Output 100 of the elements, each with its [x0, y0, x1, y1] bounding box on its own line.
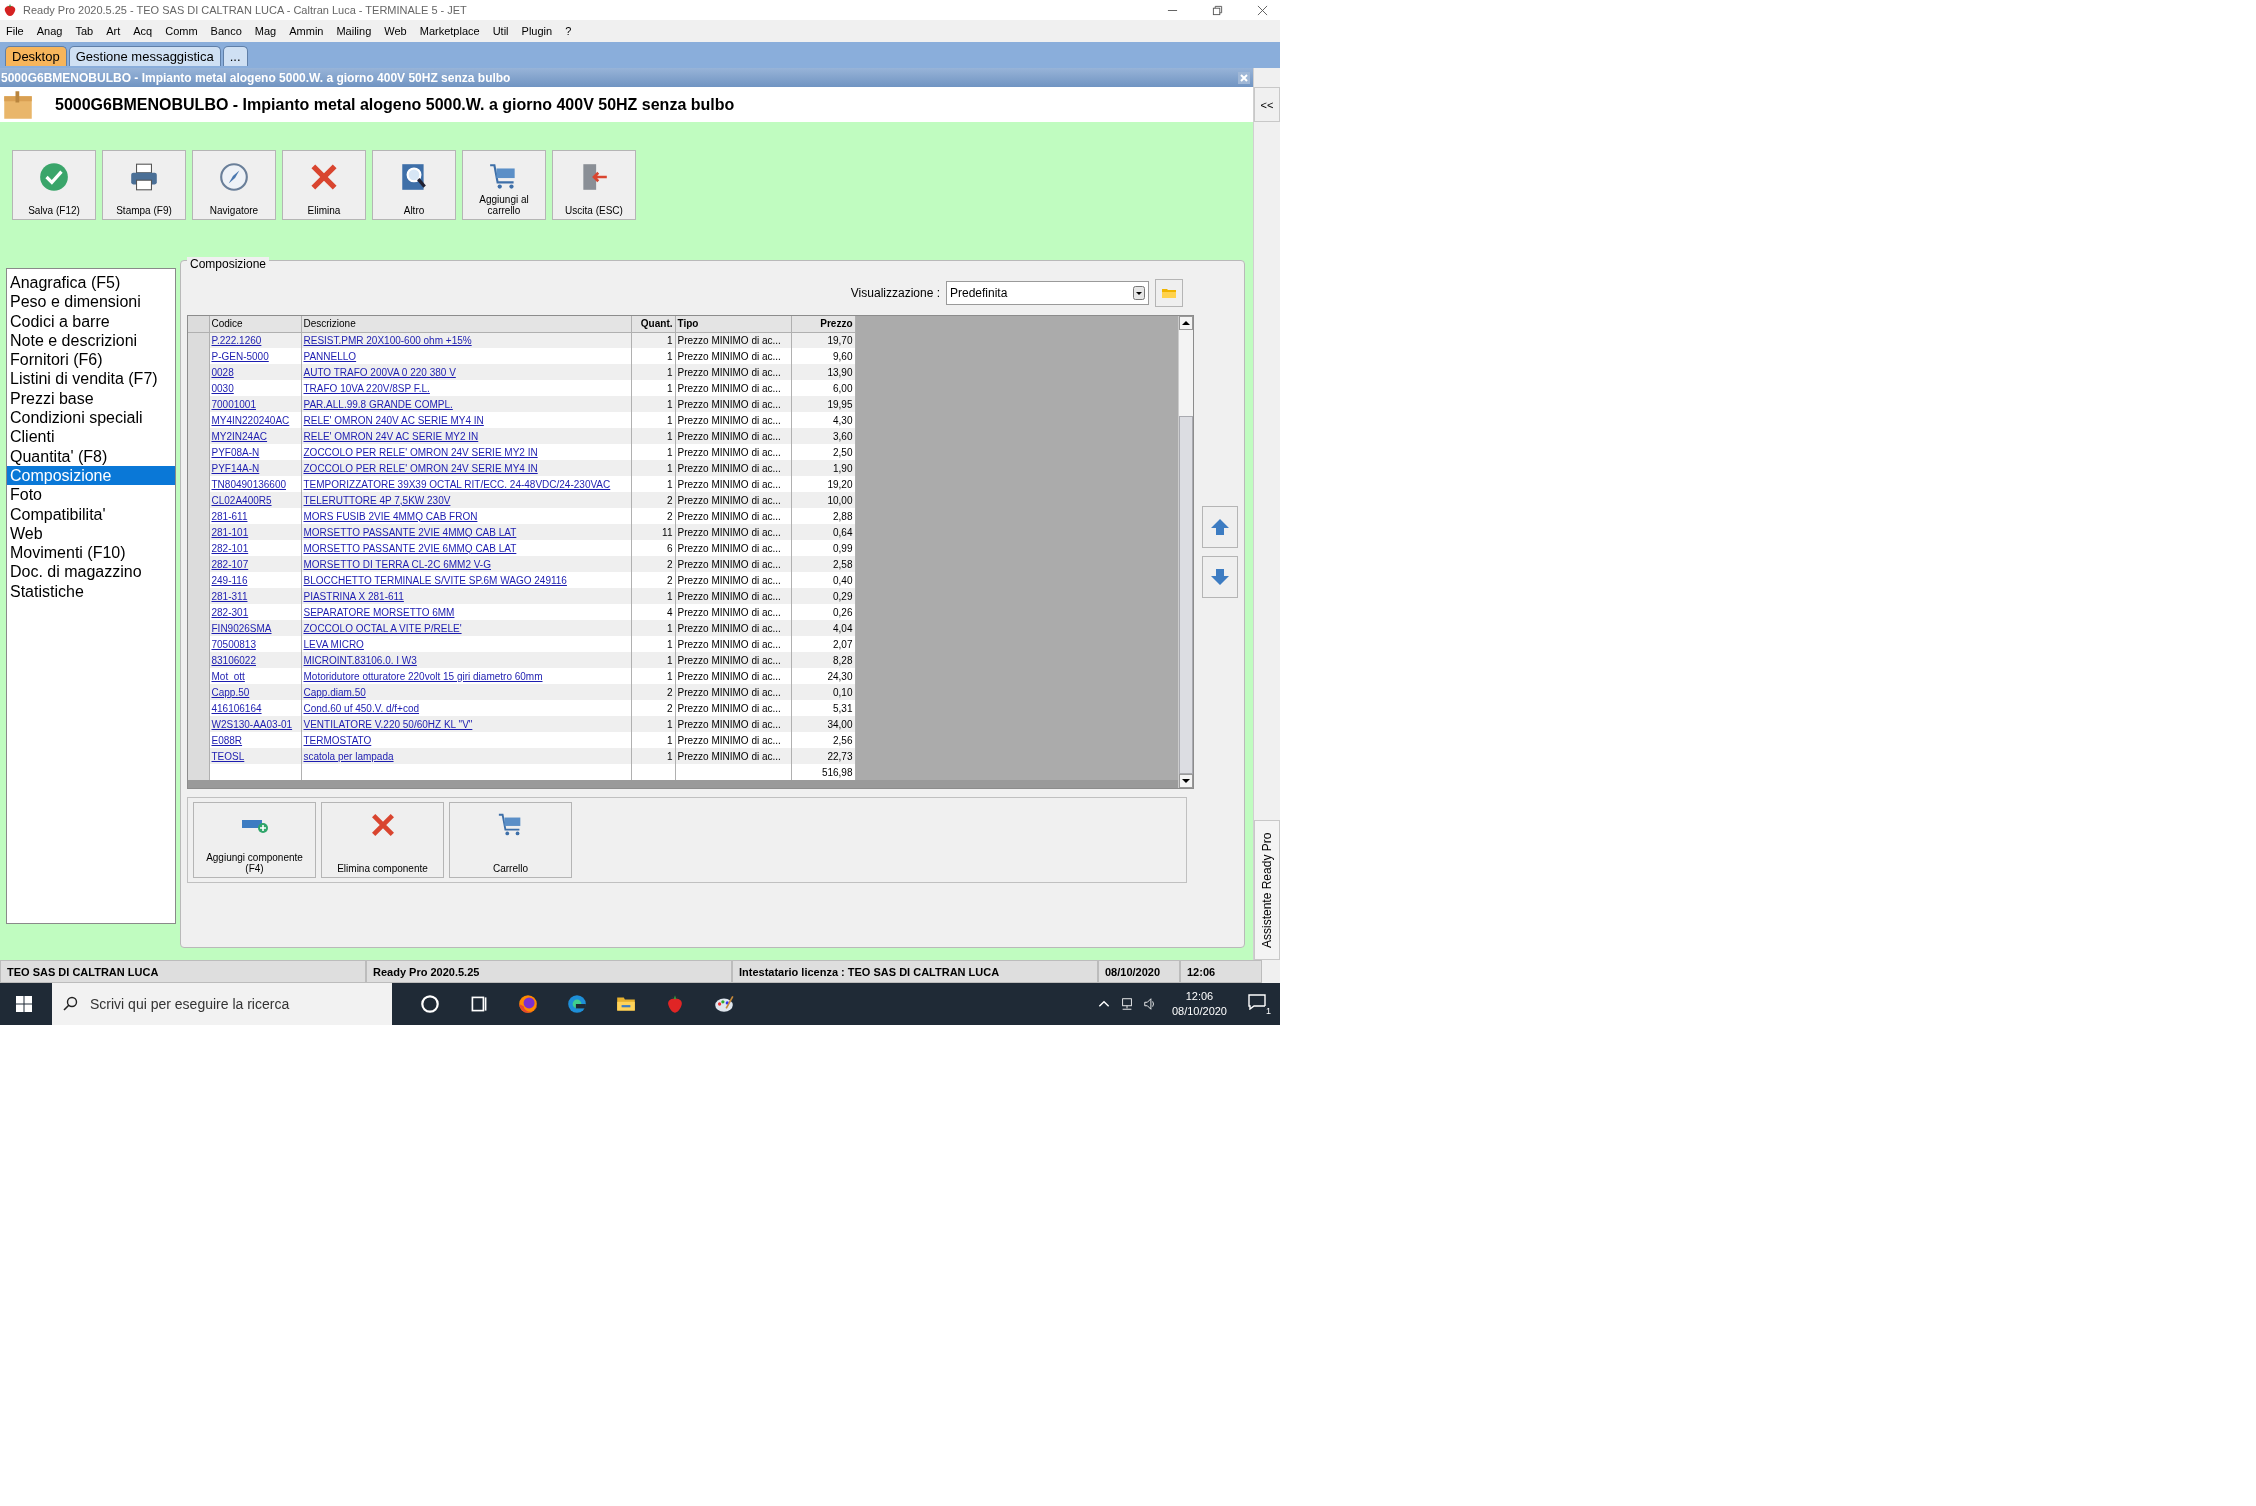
vertical-scrollbar[interactable] [1178, 316, 1193, 788]
code-link[interactable]: TN80490136600 [211, 478, 286, 490]
toolbar-button[interactable]: Altro [372, 150, 456, 220]
volume-icon[interactable] [1142, 997, 1157, 1011]
description-link[interactable]: TRAFO 10VA 220V/8SP F.L. [303, 382, 430, 394]
code-link[interactable]: E088R [211, 734, 243, 746]
description-link[interactable]: TELERUTTORE 4P 7,5KW 230V [303, 494, 451, 506]
component-button[interactable]: Aggiungi componente (F4) [193, 802, 316, 878]
description-link[interactable]: Motoridutore otturatore 220volt 15 giri diametro 60mm [303, 670, 543, 682]
tab[interactable]: ... [222, 46, 248, 66]
horizontal-scrollbar[interactable] [188, 780, 1178, 788]
notification-icon[interactable] [1248, 994, 1266, 1010]
tab[interactable]: Gestione messaggistica [68, 46, 221, 66]
description-link[interactable]: scatola per lampada [303, 750, 394, 762]
code-link[interactable]: P.222.1260 [211, 334, 262, 346]
view-select[interactable]: Predefinita [946, 281, 1149, 305]
description-link[interactable]: Cond.60 uf 450.V. d/f+cod [303, 702, 420, 714]
menu-item[interactable]: Anag [36, 25, 63, 37]
code-link[interactable]: FIN9026SMA [211, 622, 272, 634]
windows-start-icon[interactable] [16, 996, 32, 1012]
code-link[interactable]: 83106022 [211, 654, 256, 666]
description-link[interactable]: PANNELLO [303, 350, 357, 362]
menu-item[interactable]: Tab [75, 25, 94, 37]
menu-item[interactable]: Marketplace [419, 25, 480, 37]
table-row[interactable]: 281-311 PIASTRINA X 281-611 1 Prezzo MINIMO di ac... 0,29 [188, 588, 855, 604]
code-link[interactable]: PYF14A-N [211, 462, 260, 474]
table-row[interactable]: 281-101 MORSETTO PASSANTE 2VIE 4MMQ CAB LAT 11 Prezzo MINIMO di ac... 0,64 [188, 524, 855, 540]
toolbar-button[interactable]: Navigatore [192, 150, 276, 220]
menu-item[interactable]: Comm [165, 25, 198, 37]
menu-item[interactable]: Util [492, 25, 509, 37]
sidebar-item[interactable]: Compatibilita' [7, 504, 175, 524]
menu-item[interactable]: Web [384, 25, 407, 37]
sidebar-item[interactable]: Prezzi base [7, 388, 175, 409]
description-link[interactable]: RESIST.PMR 20X100-600 ohm +15% [303, 334, 472, 346]
code-link[interactable]: W2S130-AA03-01 [211, 718, 293, 730]
menu-item[interactable]: File [6, 25, 24, 37]
assistant-tab[interactable]: Assistente Ready Pro [1254, 820, 1280, 960]
code-link[interactable]: 281-311 [211, 590, 248, 602]
table-row[interactable]: 83106022 MICROINT.83106.0. I W3 1 Prezzo MINIMO di ac... 8,28 [188, 652, 855, 668]
code-link[interactable]: 249-116 [211, 574, 248, 586]
move-down-button[interactable] [1202, 556, 1238, 598]
sidebar-item[interactable]: Anagrafica (F5) [7, 273, 175, 293]
description-link[interactable]: LEVA MICRO [303, 638, 364, 650]
toolbar-button[interactable]: Salva (F12) [12, 150, 96, 220]
description-link[interactable]: TERMOSTATO [303, 734, 372, 746]
circle-icon[interactable] [419, 993, 441, 1015]
tab[interactable]: Desktop [5, 46, 67, 66]
browser-icon[interactable] [566, 993, 588, 1015]
code-link[interactable]: Mot_ott [211, 670, 245, 682]
collapse-button[interactable]: << [1254, 87, 1280, 122]
sidebar-item[interactable]: Movimenti (F10) [7, 543, 175, 563]
description-link[interactable]: RELE' OMRON 24V AC SERIE MY2 IN [303, 430, 479, 442]
table-row[interactable]: FIN9026SMA ZOCCOLO OCTAL A VITE P/RELE' 1 Prezzo MINIMO di ac... 4,04 [188, 620, 855, 636]
menu-item[interactable]: Mag [254, 25, 277, 37]
description-link[interactable]: MORS FUSIB 2VIE 4MMQ CAB FRON [303, 510, 478, 522]
description-link[interactable]: BLOCCHETTO TERMINALE S/VITE SP.6M WAGO 249116 [303, 574, 567, 586]
sidebar-item[interactable]: Doc. di magazzino [7, 562, 175, 582]
menu-item[interactable]: Ammin [289, 25, 324, 37]
menu-item[interactable]: Plugin [521, 25, 553, 37]
component-button[interactable]: Carrello [449, 802, 572, 878]
menu-item[interactable]: Acq [133, 25, 153, 37]
code-link[interactable]: TEOSL [211, 750, 245, 762]
toolbar-button[interactable]: Stampa (F9) [102, 150, 186, 220]
column-header[interactable]: Descrizione [301, 316, 631, 332]
description-link[interactable]: Capp.diam.50 [303, 686, 366, 698]
table-row[interactable]: 0028 AUTO TRAFO 200VA 0 220 380 V 1 Prezzo MINIMO di ac... 13,90 [188, 364, 855, 380]
palette-icon[interactable] [713, 993, 735, 1015]
sidebar-item[interactable]: Listini di vendita (F7) [7, 369, 175, 389]
code-link[interactable]: PYF08A-N [211, 446, 260, 458]
code-link[interactable]: 70001001 [211, 398, 256, 410]
description-link[interactable]: MORSETTO DI TERRA CL-2C 6MM2 V-G [303, 558, 491, 570]
sidebar-item[interactable]: Clienti [7, 427, 175, 447]
description-link[interactable]: RELE' OMRON 240V AC SERIE MY4 IN [303, 414, 484, 426]
sidebar-item[interactable]: Quantita' (F8) [7, 446, 175, 466]
menu-item[interactable]: Mailing [336, 25, 372, 37]
table-row[interactable]: 70001001 PAR.ALL.99.8 GRANDE COMPL. 1 Prezzo MINIMO di ac... 19,95 [188, 396, 855, 412]
browser-icon[interactable] [517, 993, 539, 1015]
description-link[interactable]: ZOCCOLO PER RELE' OMRON 24V SERIE MY2 IN [303, 446, 538, 458]
restore-icon[interactable] [1212, 4, 1223, 16]
component-button[interactable]: Elimina componente [321, 802, 444, 878]
description-link[interactable]: VENTILATORE V.220 50/60HZ KL "V" [303, 718, 473, 730]
table-row[interactable]: W2S130-AA03-01 VENTILATORE V.220 50/60HZ KL "V" 1 Prezzo MINIMO di ac... 34,00 [188, 716, 855, 732]
description-link[interactable]: MICROINT.83106.0. I W3 [303, 654, 417, 666]
close-icon[interactable] [1257, 4, 1268, 16]
menu-item[interactable]: Banco [210, 25, 242, 37]
description-link[interactable]: MORSETTO PASSANTE 2VIE 4MMQ CAB LAT [303, 526, 517, 538]
toolbar-button[interactable]: Aggiungi al carrello [462, 150, 546, 220]
sidebar-item[interactable]: Fornitori (F6) [7, 350, 175, 370]
move-up-button[interactable] [1202, 506, 1238, 548]
sidebar-item[interactable]: Note e descrizioni [7, 330, 175, 351]
column-header[interactable]: Tipo [675, 316, 791, 332]
sidebar-item[interactable]: Peso e dimensioni [7, 292, 175, 312]
code-link[interactable]: 281-611 [211, 510, 248, 522]
column-header[interactable]: Quant. [631, 316, 675, 332]
code-link[interactable]: 282-101 [211, 542, 249, 554]
network-icon[interactable] [1119, 997, 1134, 1011]
table-row[interactable]: MY2IN24AC RELE' OMRON 24V AC SERIE MY2 IN 1 Prezzo MINIMO di ac... 3,60 [188, 428, 855, 444]
sidebar-item[interactable]: Web [7, 523, 175, 544]
code-link[interactable]: CL02A400R5 [211, 494, 272, 506]
code-link[interactable]: 0028 [211, 366, 234, 378]
